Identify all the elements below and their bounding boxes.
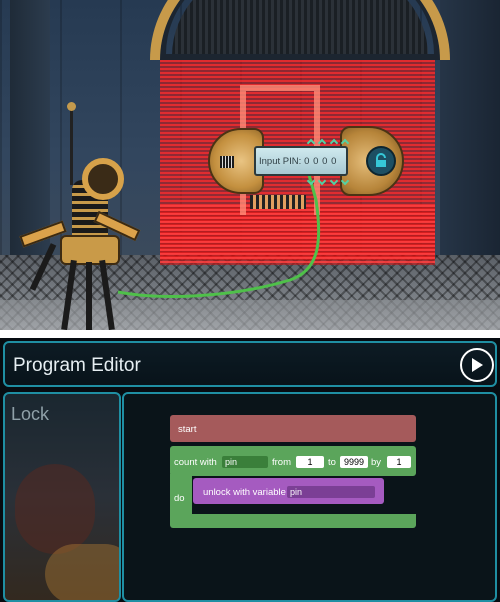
pin-label: Input PIN: bbox=[259, 155, 302, 167]
from-value-field[interactable]: 1 bbox=[296, 456, 324, 468]
category-label: Lock bbox=[11, 404, 50, 424]
start-block[interactable]: start bbox=[170, 415, 416, 442]
play-icon bbox=[472, 358, 483, 372]
page-title: Program Editor bbox=[13, 355, 141, 376]
preview-shape bbox=[15, 464, 95, 554]
chevron-down-icon[interactable] bbox=[306, 176, 316, 186]
block-category-panel[interactable]: Lock bbox=[3, 392, 121, 602]
count-loop-block-bottom bbox=[170, 514, 416, 528]
from-label: from bbox=[272, 457, 291, 468]
loop-variable-field[interactable]: pin bbox=[222, 456, 268, 468]
start-block-label: start bbox=[178, 424, 197, 435]
game-scene: Input PIN: 0 0 0 0 bbox=[0, 0, 500, 330]
editor-title-bar: Program Editor bbox=[3, 341, 497, 387]
digit-down-arrows bbox=[306, 176, 350, 186]
pin-digit[interactable]: 0 bbox=[330, 156, 337, 167]
pin-digit[interactable]: 0 bbox=[312, 156, 319, 167]
by-value-field[interactable]: 1 bbox=[387, 456, 411, 468]
preview-shape bbox=[45, 544, 119, 600]
pin-display: Input PIN: 0 0 0 0 bbox=[254, 146, 348, 176]
speaker-grill bbox=[220, 156, 234, 168]
unlock-variable-field[interactable]: pin bbox=[287, 486, 375, 498]
unlock-icon[interactable] bbox=[366, 146, 396, 176]
count-with-label: count with bbox=[174, 457, 217, 468]
unlock-label: unlock with variable bbox=[203, 487, 286, 498]
to-value-field[interactable]: 9999 bbox=[340, 456, 368, 468]
chevron-down-icon[interactable] bbox=[329, 176, 338, 186]
to-label: to bbox=[328, 457, 336, 468]
chevron-down-icon[interactable] bbox=[318, 176, 327, 186]
pin-digit[interactable]: 0 bbox=[303, 156, 310, 167]
run-button[interactable] bbox=[460, 348, 494, 382]
pin-digit[interactable]: 0 bbox=[321, 156, 328, 167]
by-label: by bbox=[371, 457, 382, 468]
do-label: do bbox=[174, 493, 185, 504]
pin-lock-device: Input PIN: 0 0 0 0 bbox=[208, 126, 404, 196]
chevron-down-icon[interactable] bbox=[340, 176, 350, 186]
